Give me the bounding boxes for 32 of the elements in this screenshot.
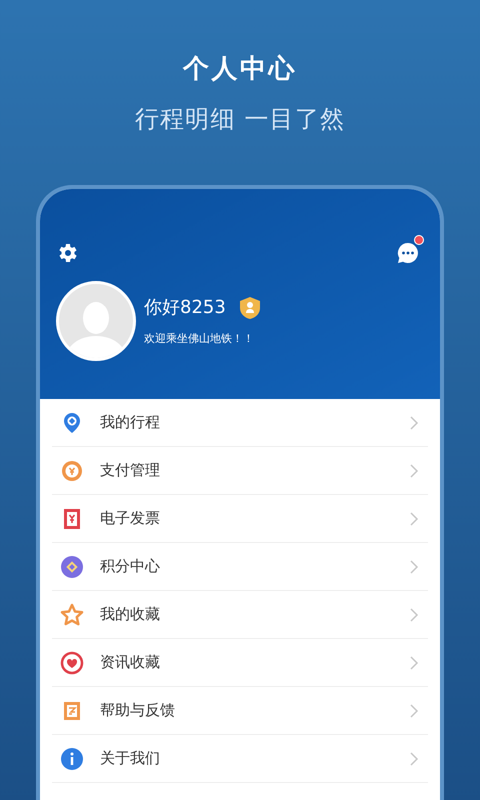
promo-subtitle: 行程明细 一目了然 [134, 104, 346, 135]
menu-item[interactable]: 我的收藏 [52, 591, 428, 639]
chevron-right-icon [408, 414, 420, 430]
star-icon [60, 602, 84, 626]
menu-item[interactable]: 关于我们 [52, 735, 428, 783]
menu-item[interactable]: 帮助与反馈 [52, 687, 428, 735]
menu-item[interactable]: 积分中心 [52, 543, 428, 591]
menu-label: 关于我们 [100, 748, 161, 770]
chevron-right-icon [408, 750, 420, 766]
menu-item[interactable]: 电子发票 [52, 495, 428, 543]
menu-item[interactable]: 资讯收藏 [52, 639, 428, 687]
chevron-right-icon [408, 558, 420, 574]
menu-label: 我的收藏 [100, 604, 161, 626]
promo-title: 个人中心 [182, 53, 298, 86]
menu-label: 支付管理 [100, 460, 161, 482]
menu-label: 电子发票 [100, 508, 161, 530]
diamond-coin-icon [60, 554, 84, 578]
chevron-right-icon [408, 606, 420, 622]
info-icon [60, 746, 84, 770]
chevron-right-icon [408, 654, 420, 670]
menu-label: 帮助与反馈 [100, 700, 176, 722]
chevron-right-icon [408, 510, 420, 526]
menu-label: 资讯收藏 [100, 652, 161, 674]
menu-label: 积分中心 [100, 556, 161, 578]
chevron-right-icon [408, 702, 420, 718]
menu-item[interactable]: 支付管理 [52, 447, 428, 495]
chevron-right-icon [408, 462, 420, 478]
menu-item[interactable]: 我的行程 [52, 399, 428, 447]
yuan-coin-icon [60, 458, 84, 482]
user-greeting: 你好8253 [144, 296, 226, 320]
welcome-text: 欢迎乘坐佛山地铁！！ [144, 331, 255, 348]
menu-label: 我的行程 [100, 412, 161, 434]
